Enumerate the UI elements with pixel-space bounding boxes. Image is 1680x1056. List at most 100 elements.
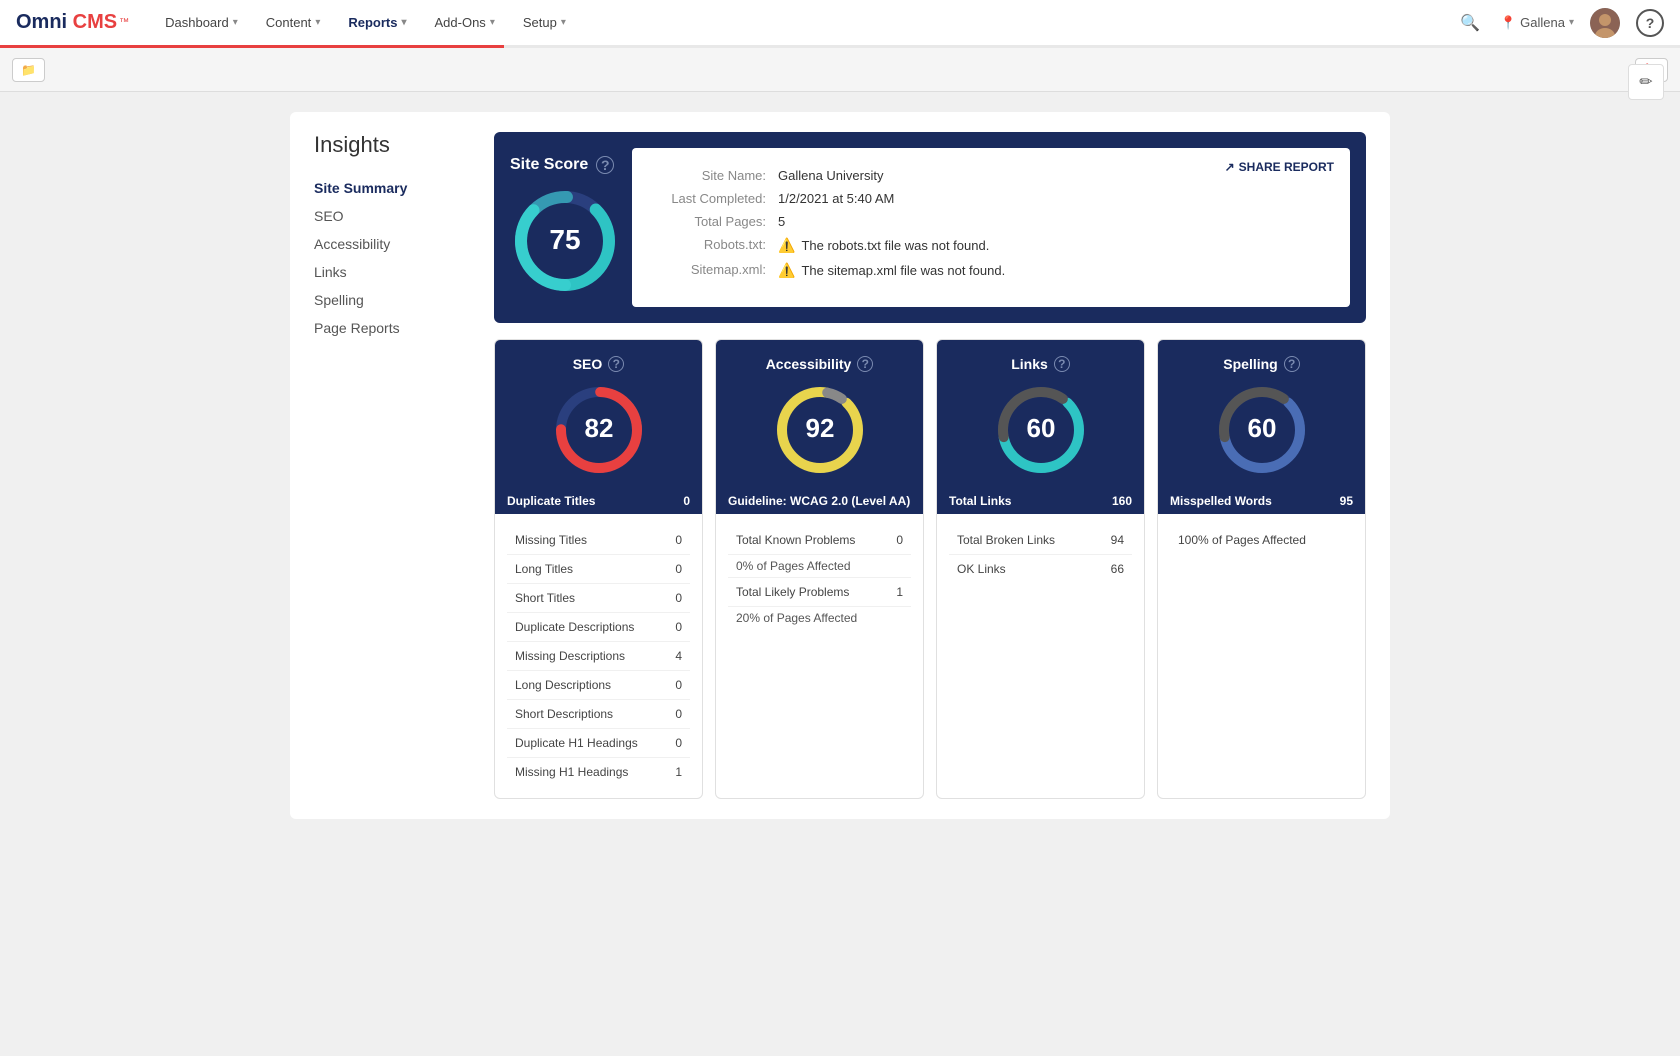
nav-setup[interactable]: Setup ▾ bbox=[511, 7, 578, 38]
sidebar-page-reports-label: Page Reports bbox=[314, 320, 400, 336]
table-row: Short Descriptions 0 bbox=[507, 700, 690, 729]
table-row: Long Titles 0 bbox=[507, 555, 690, 584]
sidebar-item-links[interactable]: Links bbox=[314, 258, 474, 286]
site-info-panel: ↗ SHARE REPORT Site Name: Gallena Univer… bbox=[632, 148, 1350, 307]
nav-addons-chevron: ▾ bbox=[490, 17, 495, 28]
table-row: 20% of Pages Affected bbox=[728, 607, 911, 629]
seo-card-body: Missing Titles 0 Long Titles 0 Short Tit… bbox=[495, 514, 702, 798]
links-footer-label: Total Links bbox=[949, 494, 1011, 508]
site-score-title: Site Score ? bbox=[510, 156, 620, 174]
toolbar: 📁 ✏️ bbox=[0, 48, 1680, 92]
spelling-info-icon[interactable]: ? bbox=[1284, 356, 1300, 372]
accessibility-footer: Guideline: WCAG 2.0 (Level AA) bbox=[716, 488, 923, 514]
total-pages-label: Total Pages: bbox=[656, 214, 766, 229]
nav-content[interactable]: Content ▾ bbox=[254, 7, 333, 38]
row-label: OK Links bbox=[957, 562, 1006, 576]
spelling-donut: 60 bbox=[1212, 380, 1312, 480]
insights-title: Insights bbox=[314, 132, 474, 158]
svg-text:60: 60 bbox=[1026, 413, 1055, 443]
nav-setup-label: Setup bbox=[523, 15, 557, 30]
links-footer-value: 160 bbox=[1112, 494, 1132, 508]
nav-right: 🔍 📍 Gallena ▾ ? bbox=[1456, 8, 1664, 38]
nav-dashboard-label: Dashboard bbox=[165, 15, 229, 30]
total-pages-value: 5 bbox=[778, 214, 785, 229]
links-donut-wrapper: 60 bbox=[953, 380, 1128, 480]
links-card-header: Links ? 60 bbox=[937, 340, 1144, 488]
sidebar-spelling-label: Spelling bbox=[314, 292, 364, 308]
right-bar-button[interactable]: ✏ bbox=[1628, 64, 1664, 100]
nav-content-label: Content bbox=[266, 15, 312, 30]
site-score-info-icon[interactable]: ? bbox=[596, 156, 614, 174]
spelling-footer-label: Misspelled Words bbox=[1170, 494, 1272, 508]
accessibility-card: Accessibility ? 92 bbox=[715, 339, 924, 799]
main-content: Insights Site Summary SEO Accessibility … bbox=[0, 92, 1680, 1056]
table-row: Missing Descriptions 4 bbox=[507, 642, 690, 671]
table-row: OK Links 66 bbox=[949, 555, 1132, 583]
sitemap-warning: ⚠️ The sitemap.xml file was not found. bbox=[778, 262, 1005, 279]
sidebar-item-seo[interactable]: SEO bbox=[314, 202, 474, 230]
nav-dashboard[interactable]: Dashboard ▾ bbox=[153, 7, 250, 38]
total-pages-row: Total Pages: 5 bbox=[656, 214, 1326, 229]
logo-trademark: ™ bbox=[119, 17, 129, 28]
accessibility-footer-label: Guideline: WCAG 2.0 (Level AA) bbox=[728, 494, 910, 508]
sidebar-site-summary-label: Site Summary bbox=[314, 180, 407, 196]
accessibility-card-title: Accessibility ? bbox=[732, 356, 907, 372]
location-selector[interactable]: 📍 Gallena ▾ bbox=[1500, 15, 1574, 31]
sidebar-item-spelling[interactable]: Spelling bbox=[314, 286, 474, 314]
links-card: Links ? 60 Total bbox=[936, 339, 1145, 799]
accessibility-donut: 92 bbox=[770, 380, 870, 480]
right-bar: ✏ bbox=[1628, 64, 1664, 100]
nav-addons[interactable]: Add-Ons ▾ bbox=[423, 7, 507, 38]
seo-footer-value: 0 bbox=[683, 494, 690, 508]
share-report-button[interactable]: ↗ SHARE REPORT bbox=[1225, 160, 1334, 174]
search-icon[interactable]: 🔍 bbox=[1456, 9, 1484, 37]
sitemap-warning-text: The sitemap.xml file was not found. bbox=[801, 263, 1005, 278]
accessibility-card-header: Accessibility ? 92 bbox=[716, 340, 923, 488]
spelling-footer-value: 95 bbox=[1340, 494, 1353, 508]
sidebar-item-page-reports[interactable]: Page Reports bbox=[314, 314, 474, 342]
avatar-image bbox=[1590, 8, 1620, 38]
nav-reports[interactable]: Reports ▾ bbox=[336, 7, 418, 38]
svg-text:82: 82 bbox=[584, 413, 613, 443]
seo-info-icon[interactable]: ? bbox=[608, 356, 624, 372]
svg-text:60: 60 bbox=[1247, 413, 1276, 443]
accessibility-card-body: Total Known Problems 0 0% of Pages Affec… bbox=[716, 514, 923, 641]
nav-items: Dashboard ▾ Content ▾ Reports ▾ Add-Ons … bbox=[153, 7, 1456, 38]
site-score-section: Site Score ? 75 bbox=[510, 156, 620, 299]
nav-reports-label: Reports bbox=[348, 15, 397, 30]
table-row: Duplicate Descriptions 0 bbox=[507, 613, 690, 642]
sidebar-item-accessibility[interactable]: Accessibility bbox=[314, 230, 474, 258]
table-row: Missing Titles 0 bbox=[507, 526, 690, 555]
sitemap-label: Sitemap.xml: bbox=[656, 262, 766, 279]
row-label: Long Titles bbox=[515, 562, 573, 576]
row-value: 1 bbox=[675, 765, 682, 779]
row-label: Duplicate Descriptions bbox=[515, 620, 634, 634]
user-avatar[interactable] bbox=[1590, 8, 1620, 38]
row-label: Short Titles bbox=[515, 591, 575, 605]
links-donut: 60 bbox=[991, 380, 1091, 480]
row-value: 66 bbox=[1111, 562, 1124, 576]
folder-icon: 📁 bbox=[21, 63, 36, 77]
help-icon[interactable]: ? bbox=[1636, 9, 1664, 37]
metric-cards: SEO ? 82 Duplica bbox=[494, 339, 1366, 799]
row-label: Missing H1 Headings bbox=[515, 765, 628, 779]
robots-label: Robots.txt: bbox=[656, 237, 766, 254]
row-value: 4 bbox=[675, 649, 682, 663]
site-name-label: Site Name: bbox=[656, 168, 766, 183]
links-info-icon[interactable]: ? bbox=[1054, 356, 1070, 372]
sidebar-item-site-summary[interactable]: Site Summary bbox=[314, 174, 474, 202]
site-score-card: Site Score ? 75 ↗ SHARE REPORT bbox=[494, 132, 1366, 323]
accessibility-info-icon[interactable]: ? bbox=[857, 356, 873, 372]
logo[interactable]: Omni CMS ™ bbox=[16, 11, 129, 34]
logo-cms: CMS bbox=[73, 11, 117, 33]
folder-button[interactable]: 📁 bbox=[12, 58, 45, 82]
sidebar: Insights Site Summary SEO Accessibility … bbox=[314, 132, 474, 799]
seo-footer-label: Duplicate Titles bbox=[507, 494, 595, 508]
row-value: 1 bbox=[896, 585, 903, 599]
seo-donut-wrapper: 82 bbox=[511, 380, 686, 480]
row-value: 0 bbox=[675, 707, 682, 721]
spelling-footer: Misspelled Words 95 bbox=[1158, 488, 1365, 514]
row-label: 100% of Pages Affected bbox=[1178, 533, 1306, 547]
nav-dashboard-chevron: ▾ bbox=[233, 17, 238, 28]
seo-card-header: SEO ? 82 bbox=[495, 340, 702, 488]
